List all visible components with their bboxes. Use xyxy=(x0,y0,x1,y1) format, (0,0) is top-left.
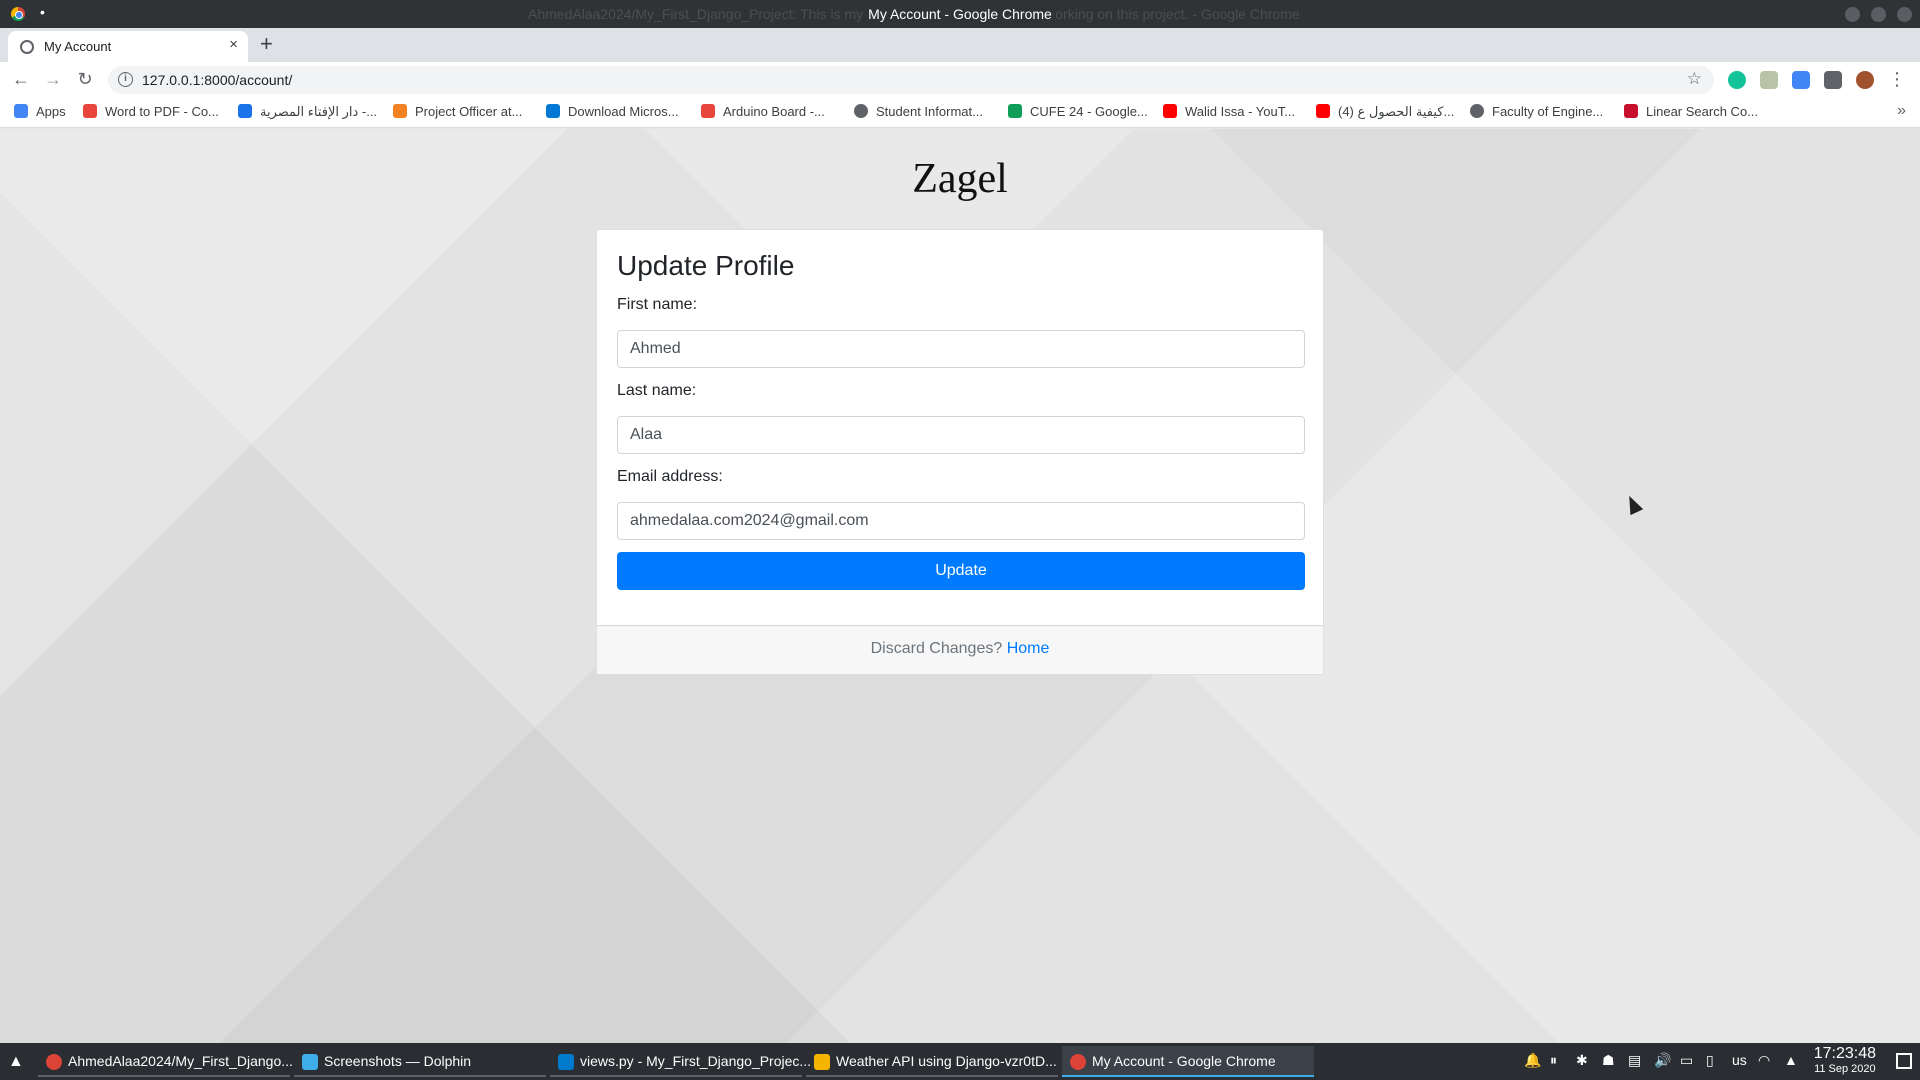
address-bar[interactable]: i 127.0.0.1:8000/account/ ☆ xyxy=(108,66,1714,94)
bookmark-project-officer[interactable]: Project Officer at... xyxy=(393,104,522,119)
volume-icon[interactable]: 🔊 xyxy=(1654,1052,1671,1069)
bookmark-faculty-of-engineering[interactable]: Faculty of Engine... xyxy=(1470,104,1603,119)
bookmarks-bar: Apps Word to PDF - Co... دار الإفتاء الم… xyxy=(0,98,1920,128)
battery-icon[interactable]: ▭ xyxy=(1680,1052,1693,1069)
task-vscode[interactable]: views.py - My_First_Django_Projec... xyxy=(550,1046,811,1077)
dar-al-iftaa-icon xyxy=(238,104,252,118)
last-name-input[interactable] xyxy=(617,416,1305,454)
globe-icon xyxy=(20,40,34,54)
window-titlebar: • AhmedAlaa2024/My_First_Django_Project:… xyxy=(0,0,1920,28)
card-footer: Discard Changes? Home xyxy=(597,625,1323,674)
tab-strip: My Account × + xyxy=(0,28,1920,62)
window-title: My Account - Google Chrome xyxy=(864,6,1056,22)
update-button[interactable]: Update xyxy=(617,552,1305,590)
word-to-pdf-icon xyxy=(83,104,97,118)
clipboard-icon[interactable]: ▤ xyxy=(1628,1052,1641,1069)
bookmark-apps[interactable]: Apps xyxy=(14,104,66,119)
storage-icon[interactable]: ▯ xyxy=(1706,1052,1714,1069)
microsoft-icon xyxy=(546,104,560,118)
chrome-icon xyxy=(46,1054,62,1070)
tab-my-account[interactable]: My Account × xyxy=(8,31,248,62)
task-video-player[interactable]: Weather API using Django-vzr0tD... xyxy=(806,1046,1058,1077)
clock[interactable]: 17:23:48 11 Sep 2020 xyxy=(1814,1045,1876,1075)
bookmark-linear-search[interactable]: Linear Search Co... xyxy=(1624,104,1758,119)
wifi-icon[interactable]: ◠ xyxy=(1758,1052,1770,1069)
page-heading: Update Profile xyxy=(617,250,795,281)
user-icon[interactable]: ☗ xyxy=(1602,1052,1615,1069)
apps-grid-icon xyxy=(14,104,28,118)
notifications-icon[interactable]: 🔔 xyxy=(1524,1052,1541,1069)
bookmark-word-to-pdf[interactable]: Word to PDF - Co... xyxy=(83,104,219,119)
close-tab-icon[interactable]: × xyxy=(229,36,238,53)
keyboard-layout[interactable]: us xyxy=(1732,1052,1747,1068)
url-text[interactable]: 127.0.0.1:8000/account/ xyxy=(142,72,292,88)
youtube-icon xyxy=(1316,104,1330,118)
bookmark-walid-issa[interactable]: Walid Issa - YouT... xyxy=(1163,104,1295,119)
last-name-label: Last name: xyxy=(617,382,697,399)
maximize-button[interactable] xyxy=(1871,7,1886,22)
minimize-button[interactable] xyxy=(1845,7,1860,22)
new-tab-button[interactable]: + xyxy=(260,31,273,57)
bookmark-download-microsoft[interactable]: Download Micros... xyxy=(546,104,679,119)
arduino-icon xyxy=(701,104,715,118)
mouse-cursor-icon xyxy=(1622,492,1644,516)
bookmark-youtube-arabic[interactable]: (4) كيفية الحصول ع... xyxy=(1316,104,1454,120)
first-name-input[interactable] xyxy=(617,330,1305,368)
vscode-icon xyxy=(558,1054,574,1070)
youtube-icon xyxy=(1163,104,1177,118)
task-chrome-github[interactable]: AhmedAlaa2024/My_First_Django... xyxy=(38,1046,293,1077)
home-link[interactable]: Home xyxy=(1007,640,1050,657)
more-bookmarks-icon[interactable]: » xyxy=(1897,102,1906,120)
task-dolphin[interactable]: Screenshots — Dolphin xyxy=(294,1046,546,1077)
update-profile-card: Update Profile First name: Last name: Em… xyxy=(596,229,1324,675)
grammarly-icon[interactable] xyxy=(1728,71,1746,89)
brand-title: Zagel xyxy=(912,156,1008,202)
chrome-icon xyxy=(1070,1054,1086,1070)
app-launcher-icon[interactable]: ▲ xyxy=(8,1053,24,1071)
dolphin-icon xyxy=(302,1054,318,1070)
browser-toolbar: ← → ↻ i 127.0.0.1:8000/account/ ☆ ⋮ xyxy=(0,62,1920,98)
email-label: Email address: xyxy=(617,468,723,485)
site-info-icon[interactable]: i xyxy=(118,72,133,87)
bookmark-arduino[interactable]: Arduino Board -... xyxy=(701,104,825,119)
globe-icon xyxy=(854,104,868,118)
google-drive-icon xyxy=(1008,104,1022,118)
video-player-icon xyxy=(814,1054,830,1070)
profile-avatar[interactable] xyxy=(1856,71,1874,89)
clock-time: 17:23:48 xyxy=(1813,1045,1876,1062)
close-window-button[interactable] xyxy=(1897,7,1912,22)
image-extension-icon[interactable] xyxy=(1760,71,1778,89)
globe-icon xyxy=(1470,104,1484,118)
first-name-label: First name: xyxy=(617,296,698,313)
media-pause-icon[interactable]: ⏸ xyxy=(1550,1052,1557,1069)
forward-button[interactable]: → xyxy=(42,69,64,90)
bookmark-cufe-24[interactable]: CUFE 24 - Google... xyxy=(1008,104,1148,119)
bluetooth-icon[interactable]: ✱ xyxy=(1576,1052,1588,1069)
tray-expand-icon[interactable]: ▲ xyxy=(1784,1052,1798,1068)
task-chrome-my-account[interactable]: My Account - Google Chrome xyxy=(1062,1046,1314,1077)
bookmark-dar-al-iftaa[interactable]: دار الإفتاء المصرية -... xyxy=(238,104,377,120)
taskbar: ▲ AhmedAlaa2024/My_First_Django... Scree… xyxy=(0,1043,1920,1080)
clock-date: 11 Sep 2020 xyxy=(1814,1063,1876,1075)
tab-label: My Account xyxy=(44,39,112,54)
chrome-menu-icon[interactable]: ⋮ xyxy=(1886,69,1908,90)
extensions-puzzle-icon[interactable] xyxy=(1824,71,1842,89)
back-button[interactable]: ← xyxy=(10,69,32,90)
discard-changes-text: Discard Changes? xyxy=(870,640,1003,657)
translate-icon[interactable] xyxy=(1792,71,1810,89)
email-input[interactable] xyxy=(617,502,1305,540)
show-desktop-icon[interactable] xyxy=(1896,1053,1912,1069)
page-content: Zagel Update Profile First name: Last na… xyxy=(0,129,1920,1043)
stackoverflow-icon xyxy=(393,104,407,118)
bookmark-student-information[interactable]: Student Informat... xyxy=(854,104,983,119)
bookmark-star-icon[interactable]: ☆ xyxy=(1687,69,1702,89)
reload-button[interactable]: ↻ xyxy=(74,69,96,90)
edx-icon xyxy=(1624,104,1638,118)
